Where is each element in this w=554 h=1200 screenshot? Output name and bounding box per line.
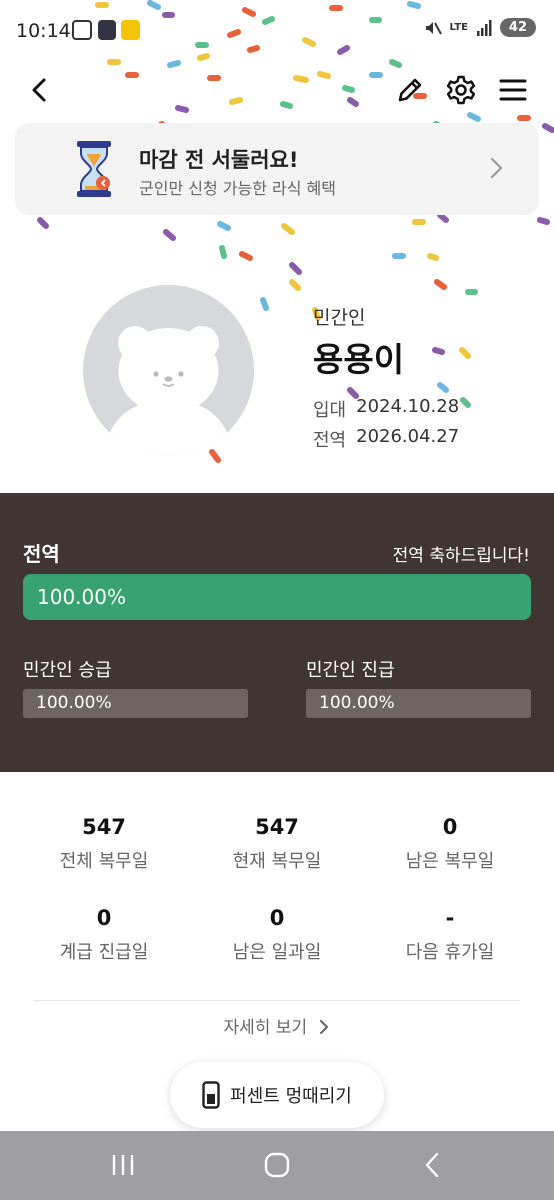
recent-apps-button[interactable] [103,1148,143,1182]
stat-label: 남은 복무일 [405,851,495,872]
home-icon [264,1152,290,1178]
settings-button[interactable] [441,70,481,110]
stat-remaining-workdays: 0 남은 일과일 [185,906,369,964]
divider [34,1000,520,1001]
bear-avatar-icon [103,326,234,456]
system-nav-bar [0,1131,554,1200]
home-button[interactable] [257,1148,297,1182]
signal-icon [476,19,492,36]
discharge-progress-text: 100.00% [37,585,126,609]
edit-button[interactable] [390,70,430,110]
discharge-date-row: 전역 2026.04.27 [313,426,459,452]
gear-icon [446,75,476,105]
system-back-button[interactable] [412,1148,452,1182]
promotion-label: 민간인 승급 [23,660,112,681]
kb-app-icon [121,20,140,40]
chevron-right-icon [319,1020,328,1034]
stat-value: 0 [269,906,285,930]
stat-label: 현재 복무일 [232,851,322,872]
profile-name: 용용이 [313,340,405,379]
rank-progress-text: 100.00% [319,693,395,713]
avatar[interactable] [83,285,254,456]
back-icon [425,1152,439,1178]
battery-indicator: 42 [499,18,536,37]
progress-title: 전역 [23,542,60,566]
details-link[interactable]: 자세히 보기 [0,1013,554,1038]
back-icon [32,78,46,102]
bank-app-icon [98,20,116,40]
profile-role: 민간인 [313,307,366,329]
rank-progress-bar: 100.00% [306,689,531,718]
stat-label: 계급 진급일 [59,942,149,963]
discharge-date: 2026.04.27 [356,426,460,447]
menu-icon [499,79,527,101]
stat-value: - [445,906,455,930]
top-bar [0,62,554,118]
stat-current-days: 547 현재 복무일 [185,815,369,873]
percent-stare-label: 퍼센트 멍때리기 [230,1086,352,1107]
phone-icon [202,1081,220,1109]
edit-icon [398,78,422,102]
stat-rank-promotion-day: 0 계급 진급일 [12,906,196,964]
rank-label: 민간인 진급 [306,660,395,681]
stat-value: 0 [96,906,112,930]
enlist-date-row: 입대 2024.10.28 [313,396,459,422]
status-time: 10:14 [16,20,71,42]
mute-icon [425,21,442,34]
promotion-progress-text: 100.00% [36,693,112,713]
promotion-progress-bar: 100.00% [23,689,248,718]
discharge-label: 전역 [313,430,347,451]
enlist-date: 2024.10.28 [356,396,460,417]
network-type: LTE [449,21,468,33]
progress-message: 전역 축하드립니다! [392,546,530,566]
screen-capture-icon [72,20,92,40]
details-link-label: 자세히 보기 [223,1018,308,1038]
stat-next-leave: - 다음 휴가일 [358,906,542,964]
discharge-progress-bar: 100.00% [23,574,531,620]
banner-subtitle: 군인만 신청 가능한 라식 혜택 [139,179,336,198]
stat-remaining-days: 0 남은 복무일 [358,815,542,873]
recent-apps-icon [112,1155,134,1175]
progress-panel [0,493,554,772]
banner-title: 마감 전 서둘러요! [139,148,299,172]
stat-label: 남은 일과일 [232,942,322,963]
menu-button[interactable] [493,70,533,110]
hourglass-icon [77,141,111,197]
stat-value: 547 [255,815,299,839]
percent-stare-button[interactable]: 퍼센트 멍때리기 [170,1062,384,1128]
stat-label: 전체 복무일 [59,851,149,872]
enlist-label: 입대 [313,400,347,421]
status-bar: 10:14 LTE 42 [0,0,554,62]
chevron-right-icon [490,157,503,179]
stat-label: 다음 휴가일 [405,942,495,963]
stat-value: 547 [82,815,126,839]
stat-total-days: 547 전체 복무일 [12,815,196,873]
stat-value: 0 [442,815,458,839]
back-button[interactable] [20,70,60,110]
